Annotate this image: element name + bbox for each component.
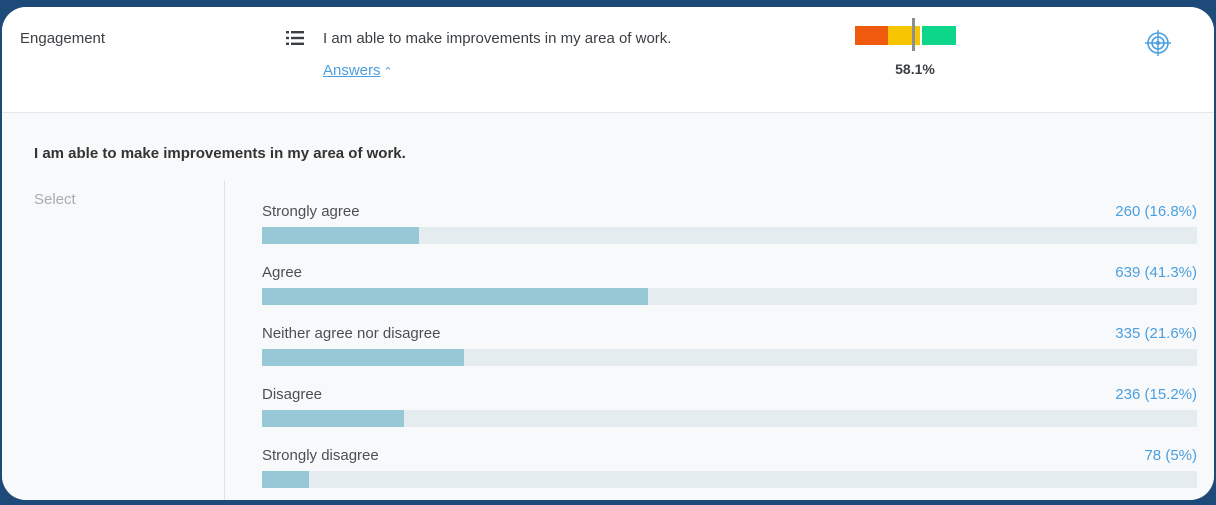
answer-label: Strongly agree	[262, 203, 360, 220]
answer-bar-fill	[262, 410, 405, 427]
answer-label: Agree	[262, 264, 303, 281]
target-icon[interactable]	[1144, 29, 1172, 57]
answer-label: Disagree	[262, 386, 323, 403]
question-header-row: Engagement I am able to make improvement…	[2, 7, 1214, 113]
answer-label: Strongly disagree	[262, 447, 379, 464]
answer-row: Agree 639 (41.3%)	[262, 264, 1197, 314]
answer-count: 236 (15.2%)	[1115, 386, 1197, 403]
answer-bar-fill	[262, 349, 464, 366]
answer-bar-fill	[262, 471, 309, 488]
question-text: I am able to make improvements in my are…	[323, 30, 672, 47]
question-card: Engagement I am able to make improvement…	[2, 7, 1214, 500]
answer-count: 78 (5%)	[1144, 447, 1197, 464]
panel-divider	[224, 181, 225, 500]
answer-bar-fill	[262, 227, 420, 244]
category-label: Engagement	[20, 30, 106, 47]
answer-bar-track	[262, 227, 1197, 244]
answer-bar-track	[262, 471, 1197, 488]
answer-bar-track	[262, 288, 1197, 305]
answer-row: Strongly agree 260 (16.8%)	[262, 203, 1197, 253]
panel-title: I am able to make improvements in my are…	[34, 145, 406, 162]
score-gauge	[855, 18, 956, 51]
chevron-up-icon[interactable]: ⌃	[384, 65, 393, 78]
answer-count: 260 (16.8%)	[1115, 203, 1197, 220]
answer-count: 335 (21.6%)	[1115, 325, 1197, 342]
answer-row: Disagree 236 (15.2%)	[262, 386, 1197, 436]
score-value: 58.1%	[895, 61, 935, 77]
answer-bar-fill	[262, 288, 649, 305]
gauge-segment-mid	[888, 26, 920, 45]
answer-count: 639 (41.3%)	[1115, 264, 1197, 281]
answer-bar-track	[262, 410, 1197, 427]
answer-row: Strongly disagree 78 (5%)	[262, 447, 1197, 497]
answer-bar-track	[262, 349, 1197, 366]
gauge-segment-low	[855, 26, 888, 45]
gauge-marker	[912, 18, 916, 51]
answers-toggle-link[interactable]: Answers ⌃	[323, 62, 393, 79]
answers-link-label[interactable]: Answers	[323, 62, 381, 79]
gauge-segment-high	[922, 26, 956, 45]
answer-row: Neither agree nor disagree 335 (21.6%)	[262, 325, 1197, 375]
answers-panel: I am able to make improvements in my are…	[2, 113, 1214, 500]
list-icon	[286, 31, 304, 45]
answer-label: Neither agree nor disagree	[262, 325, 441, 342]
select-filter[interactable]: Select	[34, 191, 76, 208]
